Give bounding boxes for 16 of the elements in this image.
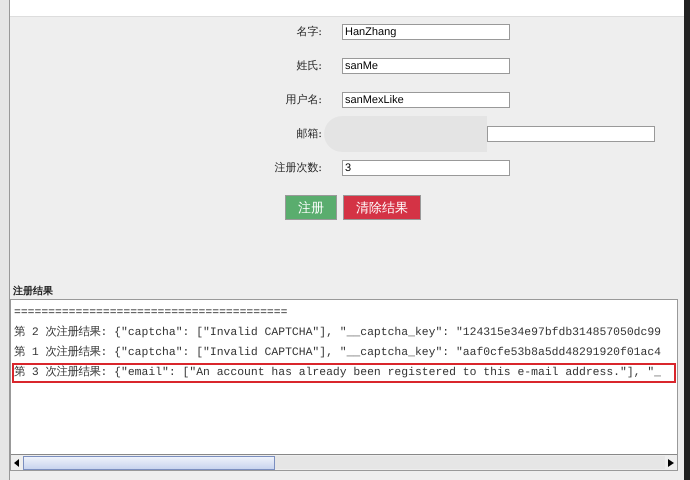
input-field[interactable] — [487, 126, 655, 142]
log-line: ======================================== — [13, 306, 288, 321]
group-title: 注册结果 — [12, 284, 54, 298]
log-line: 第 2 次注册结果: {"captcha": ["Invalid CAPTCHA"], "__captcha_key": "124315e34e97bfdb314857050dc99 — [13, 324, 662, 341]
field-label: 邮箱: — [295, 126, 323, 141]
input-field[interactable]: HanZhang — [342, 24, 510, 40]
input-field[interactable]: 3 — [342, 160, 510, 176]
field-label: 名字: — [295, 24, 323, 39]
field-label: 姓氏: — [295, 58, 323, 73]
field-label: 用户名: — [284, 92, 323, 107]
horizontal-scrollbar[interactable] — [11, 454, 677, 470]
input-field[interactable]: sanMexLike — [342, 92, 510, 108]
log-line: 第 1 次注册结果: {"captcha": ["Invalid CAPTCHA"], "__captcha_key": "aaf0cfe53b8a5dd48291920f01ac4 — [13, 344, 662, 361]
input-field[interactable]: sanMe — [342, 58, 510, 74]
clear-button[interactable]: 清除结果 — [343, 195, 421, 220]
field-label: 注册次数: — [273, 160, 323, 175]
